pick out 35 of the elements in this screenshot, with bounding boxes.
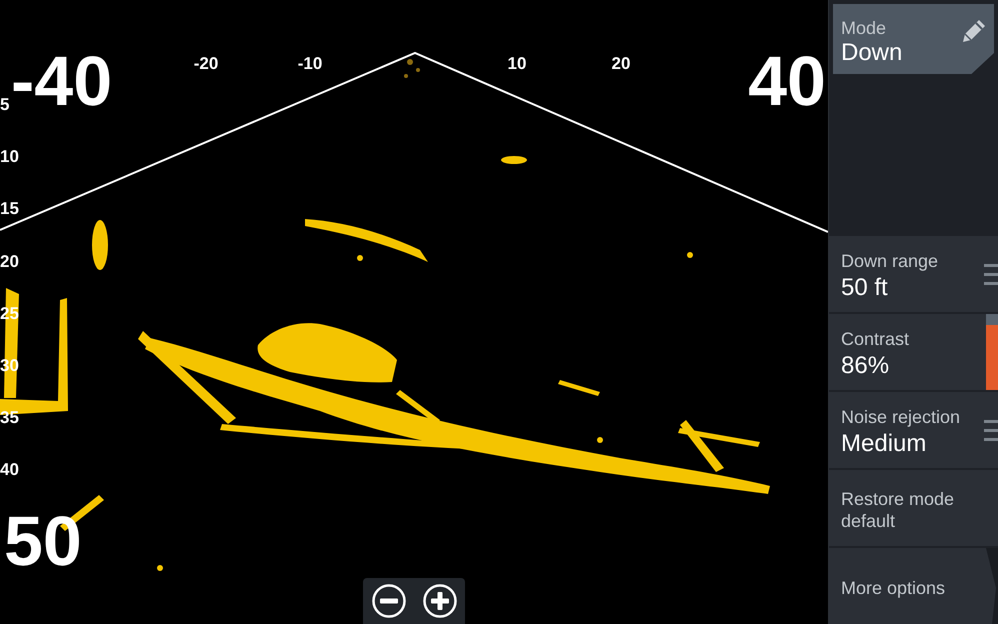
menu-item-label: Contrast — [841, 328, 910, 350]
depth-label: 15 — [0, 200, 19, 218]
range-label: 40 — [748, 46, 826, 116]
menu-item-value: Down — [841, 39, 904, 67]
zoom-out-button[interactable] — [370, 582, 408, 620]
scale-label: 20 — [612, 55, 630, 73]
range-label: -40 — [11, 46, 112, 116]
scale-label: -10 — [298, 55, 322, 73]
depth-label: 5 — [0, 96, 10, 114]
menu-icon — [984, 264, 998, 284]
menu-item-label: Noise rejection — [841, 406, 962, 428]
depth-label: 40 — [0, 461, 19, 480]
menu-item-label: Down range — [841, 250, 940, 272]
menu-item[interactable]: Contrast 86% — [829, 314, 998, 390]
depth-label: 20 — [0, 252, 19, 271]
zoom-in-button[interactable] — [420, 582, 458, 620]
minus-circle-icon — [372, 584, 406, 618]
menu-item-label: Mode — [841, 17, 888, 39]
menu-icon — [984, 420, 998, 440]
menu-item-label: Restore mode default — [841, 488, 956, 532]
scale-label: 10 — [508, 55, 526, 73]
menu-item[interactable]: Restore mode default — [829, 470, 998, 546]
pencil-icon — [962, 19, 986, 43]
menu-item-value: Medium — [841, 430, 928, 458]
menu-item[interactable]: More options — [829, 548, 998, 624]
depth-label: 10 — [0, 148, 19, 166]
menu-item[interactable]: Down range 50 ft — [829, 236, 998, 312]
menu-item-label: More options — [841, 576, 946, 598]
plus-circle-icon — [422, 584, 456, 618]
scale-label: -20 — [194, 55, 218, 73]
max-depth-label: 50 — [4, 506, 82, 576]
menu-item-value: 50 ft — [841, 274, 889, 302]
menu-item-value: 86% — [841, 352, 890, 380]
menu-item[interactable]: Mode Down — [833, 4, 994, 74]
menu-item[interactable]: Noise rejection Medium — [829, 392, 998, 468]
